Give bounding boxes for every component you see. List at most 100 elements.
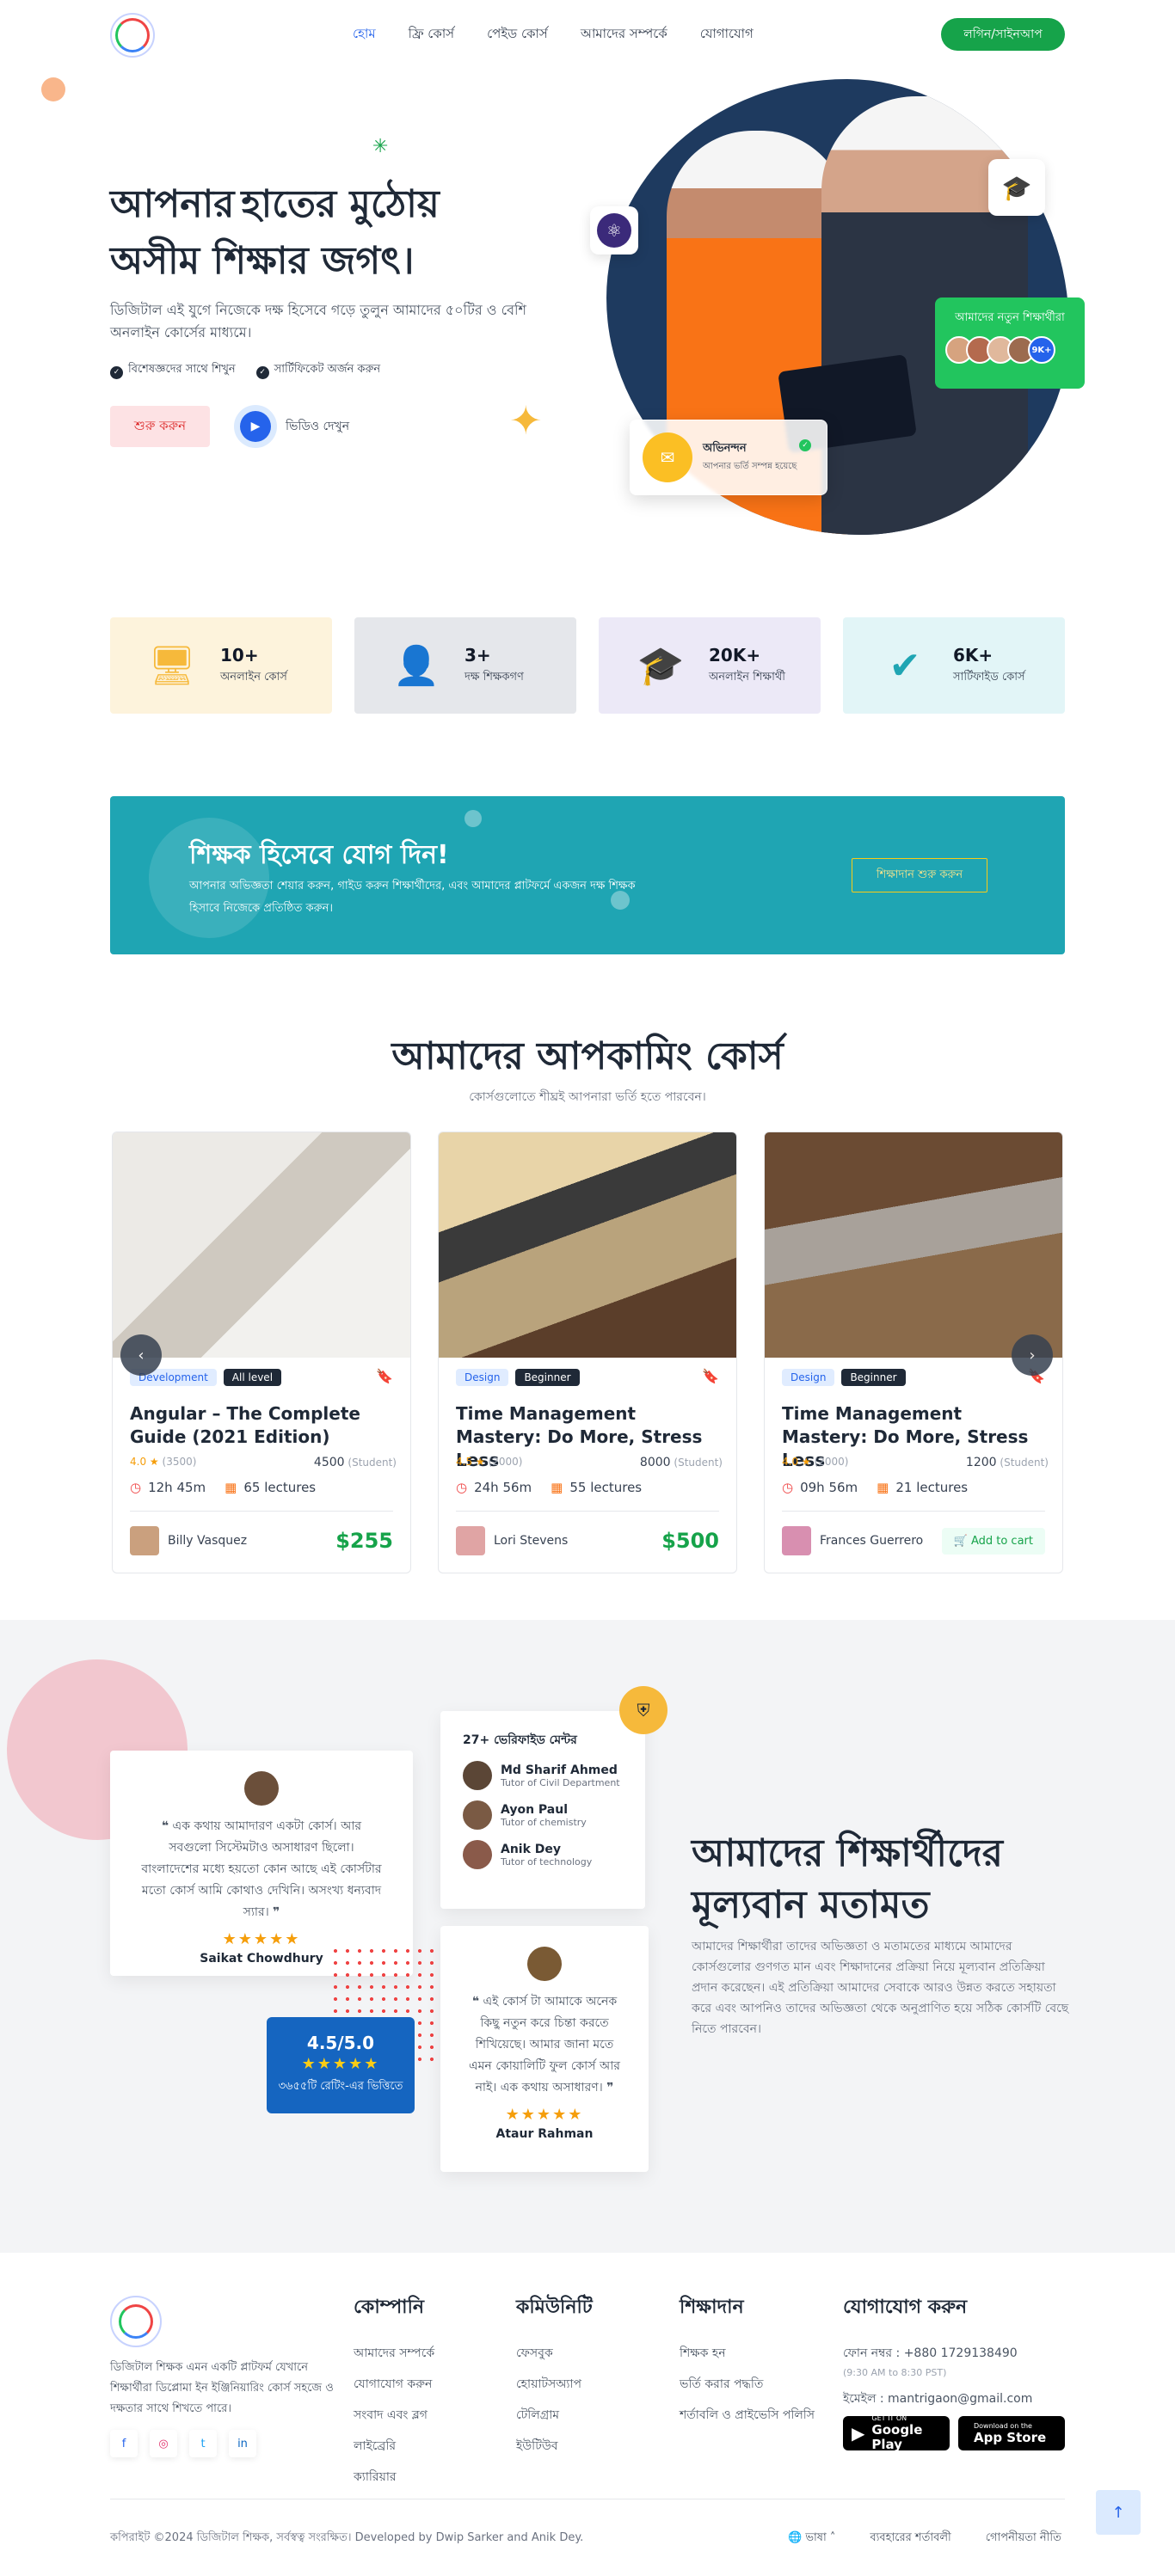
phone-number[interactable]: ফোন নম্বর : +880 1729138490 (843, 2343, 1032, 2364)
testimonials-title: আমাদের শিক্ষার্থীদের মূল্যবান মতামত (692, 1831, 1003, 1927)
privacy-link[interactable]: গোপনীয়তা নীতি (986, 2530, 1061, 2548)
back-to-top-button[interactable]: ↑ (1096, 2490, 1141, 2535)
email-address[interactable]: ইমেইল : mantrigaon@gmail.com (843, 2389, 1032, 2409)
footer-link[interactable]: যোগাযোগ করুন (354, 2374, 434, 2395)
nav-home[interactable]: হোম (353, 24, 376, 46)
students-count-badge: 9K+ (1028, 336, 1055, 364)
instructor-name: Frances Guerrero (820, 1534, 924, 1548)
check-item: ✓ বিশেষজ্ঞদের সাথে শিখুন (110, 361, 236, 379)
star-icon: ★ (149, 1456, 159, 1468)
check-label: সার্টিফিকেট অর্জন করুন (274, 363, 381, 376)
stat-card: 🎓 20K+ অনলাইন শিক্ষার্থী (599, 617, 821, 714)
course-meta: ◷ 12h 45m ▦ 65 lectures (130, 1480, 316, 1495)
hero-title-highlight: হাতের মুঠোয় (234, 176, 446, 233)
terms-link[interactable]: ব্যবহারের শর্তাবলী (870, 2530, 950, 2548)
stat-value: 20K+ (709, 644, 761, 665)
footer-logo[interactable] (110, 2296, 162, 2347)
course-title[interactable]: Angular – The Complete Guide (2021 Editi… (130, 1402, 397, 1449)
site-logo[interactable] (110, 13, 155, 58)
mentor-item[interactable]: Md Sharif Ahmed Tutor of Civil Department (463, 1761, 623, 1790)
add-to-cart-button[interactable]: 🛒 Add to cart (941, 1527, 1045, 1555)
divider (456, 1511, 719, 1512)
category-badge[interactable]: Design (456, 1369, 509, 1386)
certified-icon: ✔ (889, 643, 921, 688)
footer-link[interactable]: লাইব্রেরি (354, 2436, 434, 2456)
course-image (113, 1132, 410, 1358)
testimonial-quote: ❝ এই কোর্স টা আমাকে অনেক কিছু নতুন করে চ… (464, 1991, 624, 2099)
bookmark-icon[interactable]: 🔖 (376, 1368, 393, 1384)
footer-link[interactable]: ক্যারিয়ার (354, 2467, 434, 2487)
nav-paid-courses[interactable]: পেইড কোর্স (487, 24, 548, 46)
rating-stars: ★★★★★ (301, 2055, 380, 2073)
quote-close-icon: ❞ (606, 2081, 614, 2095)
footer-link[interactable]: ফেসবুক (516, 2343, 593, 2364)
table-icon: ▦ (551, 1480, 563, 1495)
courses-subtitle: কোর্সগুলোতে শীঘ্রই আপনারা ভর্তি হতে পারব… (469, 1090, 706, 1104)
review-count: (2000) (488, 1456, 523, 1468)
avatar (463, 1800, 492, 1830)
check-icon: ✓ (110, 365, 123, 379)
rating-label: ৩৬৫৫টি রেটিং-এর ভিত্তিতে (278, 2080, 403, 2093)
footer-link[interactable]: টেলিগ্রাম (516, 2405, 593, 2426)
instagram-icon[interactable]: ◎ (150, 2430, 177, 2457)
table-icon: ▦ (877, 1480, 889, 1495)
decor-dot (41, 77, 65, 101)
testimonial-quote: ❝ এক কথায় আমাদারণ একটা কোর্স। আর সবগুলো… (139, 1816, 384, 1923)
check-circle-icon: ✓ (799, 439, 811, 451)
graduate-icon: 🎓 (637, 644, 685, 688)
carousel-next-button[interactable]: › (1012, 1334, 1053, 1376)
avatar (782, 1526, 811, 1555)
clock-icon: ◷ (130, 1480, 142, 1495)
mentor-item[interactable]: Ayon Paul Tutor of chemistry (463, 1800, 623, 1830)
bookmark-icon[interactable]: 🔖 (702, 1368, 719, 1384)
divider (782, 1511, 1045, 1512)
monitor-icon: 🖥 (148, 644, 196, 688)
lectures: 65 lectures (243, 1480, 317, 1495)
footer-link[interactable]: হোয়াটসঅ্যাপ (516, 2374, 593, 2395)
linkedin-icon[interactable]: in (229, 2430, 256, 2457)
toast-title: অভিনন্দন (703, 442, 747, 455)
banner-text: আপনার অভিজ্ঞতা শেয়ার করুন, গাইড করুন শি… (189, 880, 636, 915)
footer-link[interactable]: সংবাদ এবং ব্লগ (354, 2405, 434, 2426)
store-label: App Store (974, 2429, 1047, 2445)
start-button[interactable]: শুরু করুন (110, 406, 210, 447)
mentor-item[interactable]: Anik Dey Tutor of technology (463, 1840, 623, 1869)
stat-card: 🖥 10+ অনলাইন কোর্স (110, 617, 332, 714)
avatar (527, 1947, 562, 1981)
nav-about[interactable]: আমাদের সম্পর্কে (581, 24, 667, 46)
verified-mentors-card: 27+ ভেরিফাইড মেন্টর Md Sharif Ahmed Tutor… (440, 1711, 645, 1909)
facebook-icon[interactable]: f (110, 2430, 138, 2457)
nav-free-courses[interactable]: ফ্রি কোর্স (409, 24, 454, 46)
stat-label: অনলাইন কোর্স (220, 670, 287, 684)
rating-stars: ★★★★★ (505, 2106, 584, 2124)
category-badge[interactable]: Design (782, 1369, 835, 1386)
course-card[interactable]: Design Beginner 🔖 Time Management Mastery… (438, 1132, 737, 1573)
main-nav: হোম ফ্রি কোর্স পেইড কোর্স আমাদের সম্পর্ক… (353, 24, 754, 46)
footer-contact-column: যোগাযোগ করুন ফোন নম্বর : +880 1729138490… (843, 2292, 1032, 2413)
teacher-icon: 👤 (392, 644, 440, 688)
stat-value: 6K+ (953, 644, 994, 665)
footer-link[interactable]: আমাদের সম্পর্কে (354, 2343, 434, 2364)
start-teaching-button[interactable]: শিক্ষাদান শুরু করুন (852, 858, 987, 892)
video-button[interactable]: ▶ ভিডিও দেখুন (234, 405, 349, 448)
language-selector[interactable]: 🌐 ভাষা ˄ (788, 2530, 835, 2548)
twitter-icon[interactable]: t (189, 2430, 217, 2457)
star-icon: ★ (801, 1456, 811, 1468)
footer-link[interactable]: ইউটিউব (516, 2436, 593, 2456)
instructor: Lori Stevens (456, 1526, 568, 1555)
login-signup-button[interactable]: লগিন/সাইনআপ (941, 18, 1065, 51)
app-store-button[interactable]: Download on the App Store (958, 2416, 1065, 2450)
nav-contact[interactable]: যোগাযোগ (700, 24, 754, 46)
column-title: কোম্পানি (354, 2297, 424, 2318)
phone-hours: (9:30 AM to 8:30 PST) (843, 2367, 947, 2378)
stat-label: অনলাইন শিক্ষার্থী (709, 670, 785, 684)
student-label: (Student) (348, 1457, 397, 1469)
google-play-button[interactable]: ▶ GET IT ON Google Play (843, 2414, 950, 2452)
play-icon[interactable]: ▶ (234, 405, 277, 448)
graduation-cap-icon: 🎓 (988, 159, 1045, 216)
footer-link[interactable]: শিক্ষক হন (680, 2343, 815, 2364)
footer-link[interactable]: ভর্তি করার পদ্ধতি (680, 2374, 815, 2395)
carousel-prev-button[interactable]: ‹ (120, 1334, 162, 1376)
avatar (244, 1771, 279, 1806)
footer-link[interactable]: শর্তাবলি ও প্রাইভেসি পলিসি (680, 2405, 815, 2426)
